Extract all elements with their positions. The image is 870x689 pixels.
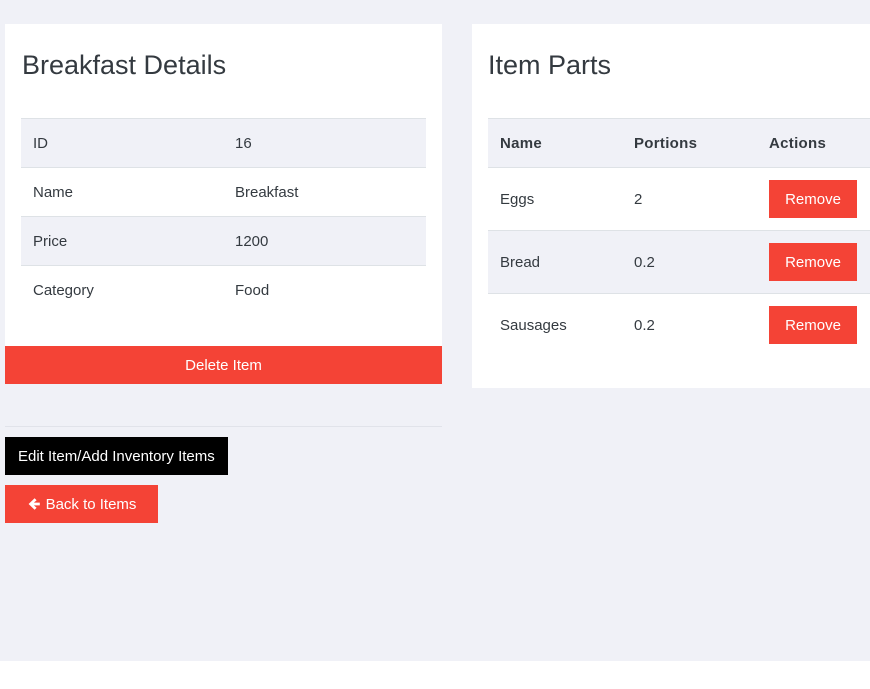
details-label: Category	[21, 265, 223, 314]
details-row-price: Price 1200	[21, 216, 426, 266]
arrow-left-icon	[27, 497, 41, 511]
back-to-items-button[interactable]: Back to Items	[5, 485, 158, 523]
details-row-id: ID 16	[21, 118, 426, 168]
part-name: Eggs	[488, 167, 622, 231]
details-row-name: Name Breakfast	[21, 167, 426, 217]
details-value: Food	[223, 265, 426, 314]
table-row: Bread 0.2 Remove	[488, 230, 870, 294]
back-to-items-label: Back to Items	[45, 495, 137, 513]
remove-part-button[interactable]: Remove	[769, 306, 857, 344]
parts-header-row: Name Portions Actions	[488, 118, 870, 168]
remove-part-button[interactable]: Remove	[769, 243, 857, 281]
details-label: Price	[21, 216, 223, 266]
table-row: Eggs 2 Remove	[488, 167, 870, 231]
details-label: ID	[21, 118, 223, 168]
part-portions: 2	[622, 167, 757, 231]
item-details-card: Breakfast Details ID 16 Name Breakfast P…	[5, 24, 442, 384]
details-title: Breakfast Details	[22, 50, 227, 80]
parts-table: Name Portions Actions Eggs 2 Remove Brea…	[488, 118, 870, 356]
details-value: 1200	[223, 216, 426, 266]
delete-item-button[interactable]: Delete Item	[5, 346, 442, 384]
column-header-actions: Actions	[757, 118, 870, 168]
item-parts-card: Item Parts Name Portions Actions Eggs 2 …	[472, 24, 870, 388]
parts-title: Item Parts	[488, 50, 612, 80]
part-portions: 0.2	[622, 230, 757, 294]
part-portions: 0.2	[622, 293, 757, 356]
table-row: Sausages 0.2 Remove	[488, 293, 870, 356]
details-value: 16	[223, 118, 426, 168]
part-name: Sausages	[488, 293, 622, 356]
details-value: Breakfast	[223, 167, 426, 217]
column-header-portions: Portions	[622, 118, 757, 168]
details-row-category: Category Food	[21, 265, 426, 314]
section-divider	[5, 426, 442, 427]
remove-part-button[interactable]: Remove	[769, 180, 857, 218]
column-header-name: Name	[488, 118, 622, 168]
edit-item-button[interactable]: Edit Item/Add Inventory Items	[5, 437, 228, 475]
part-name: Bread	[488, 230, 622, 294]
details-table: ID 16 Name Breakfast Price 1200 Category…	[21, 118, 426, 314]
details-label: Name	[21, 167, 223, 217]
